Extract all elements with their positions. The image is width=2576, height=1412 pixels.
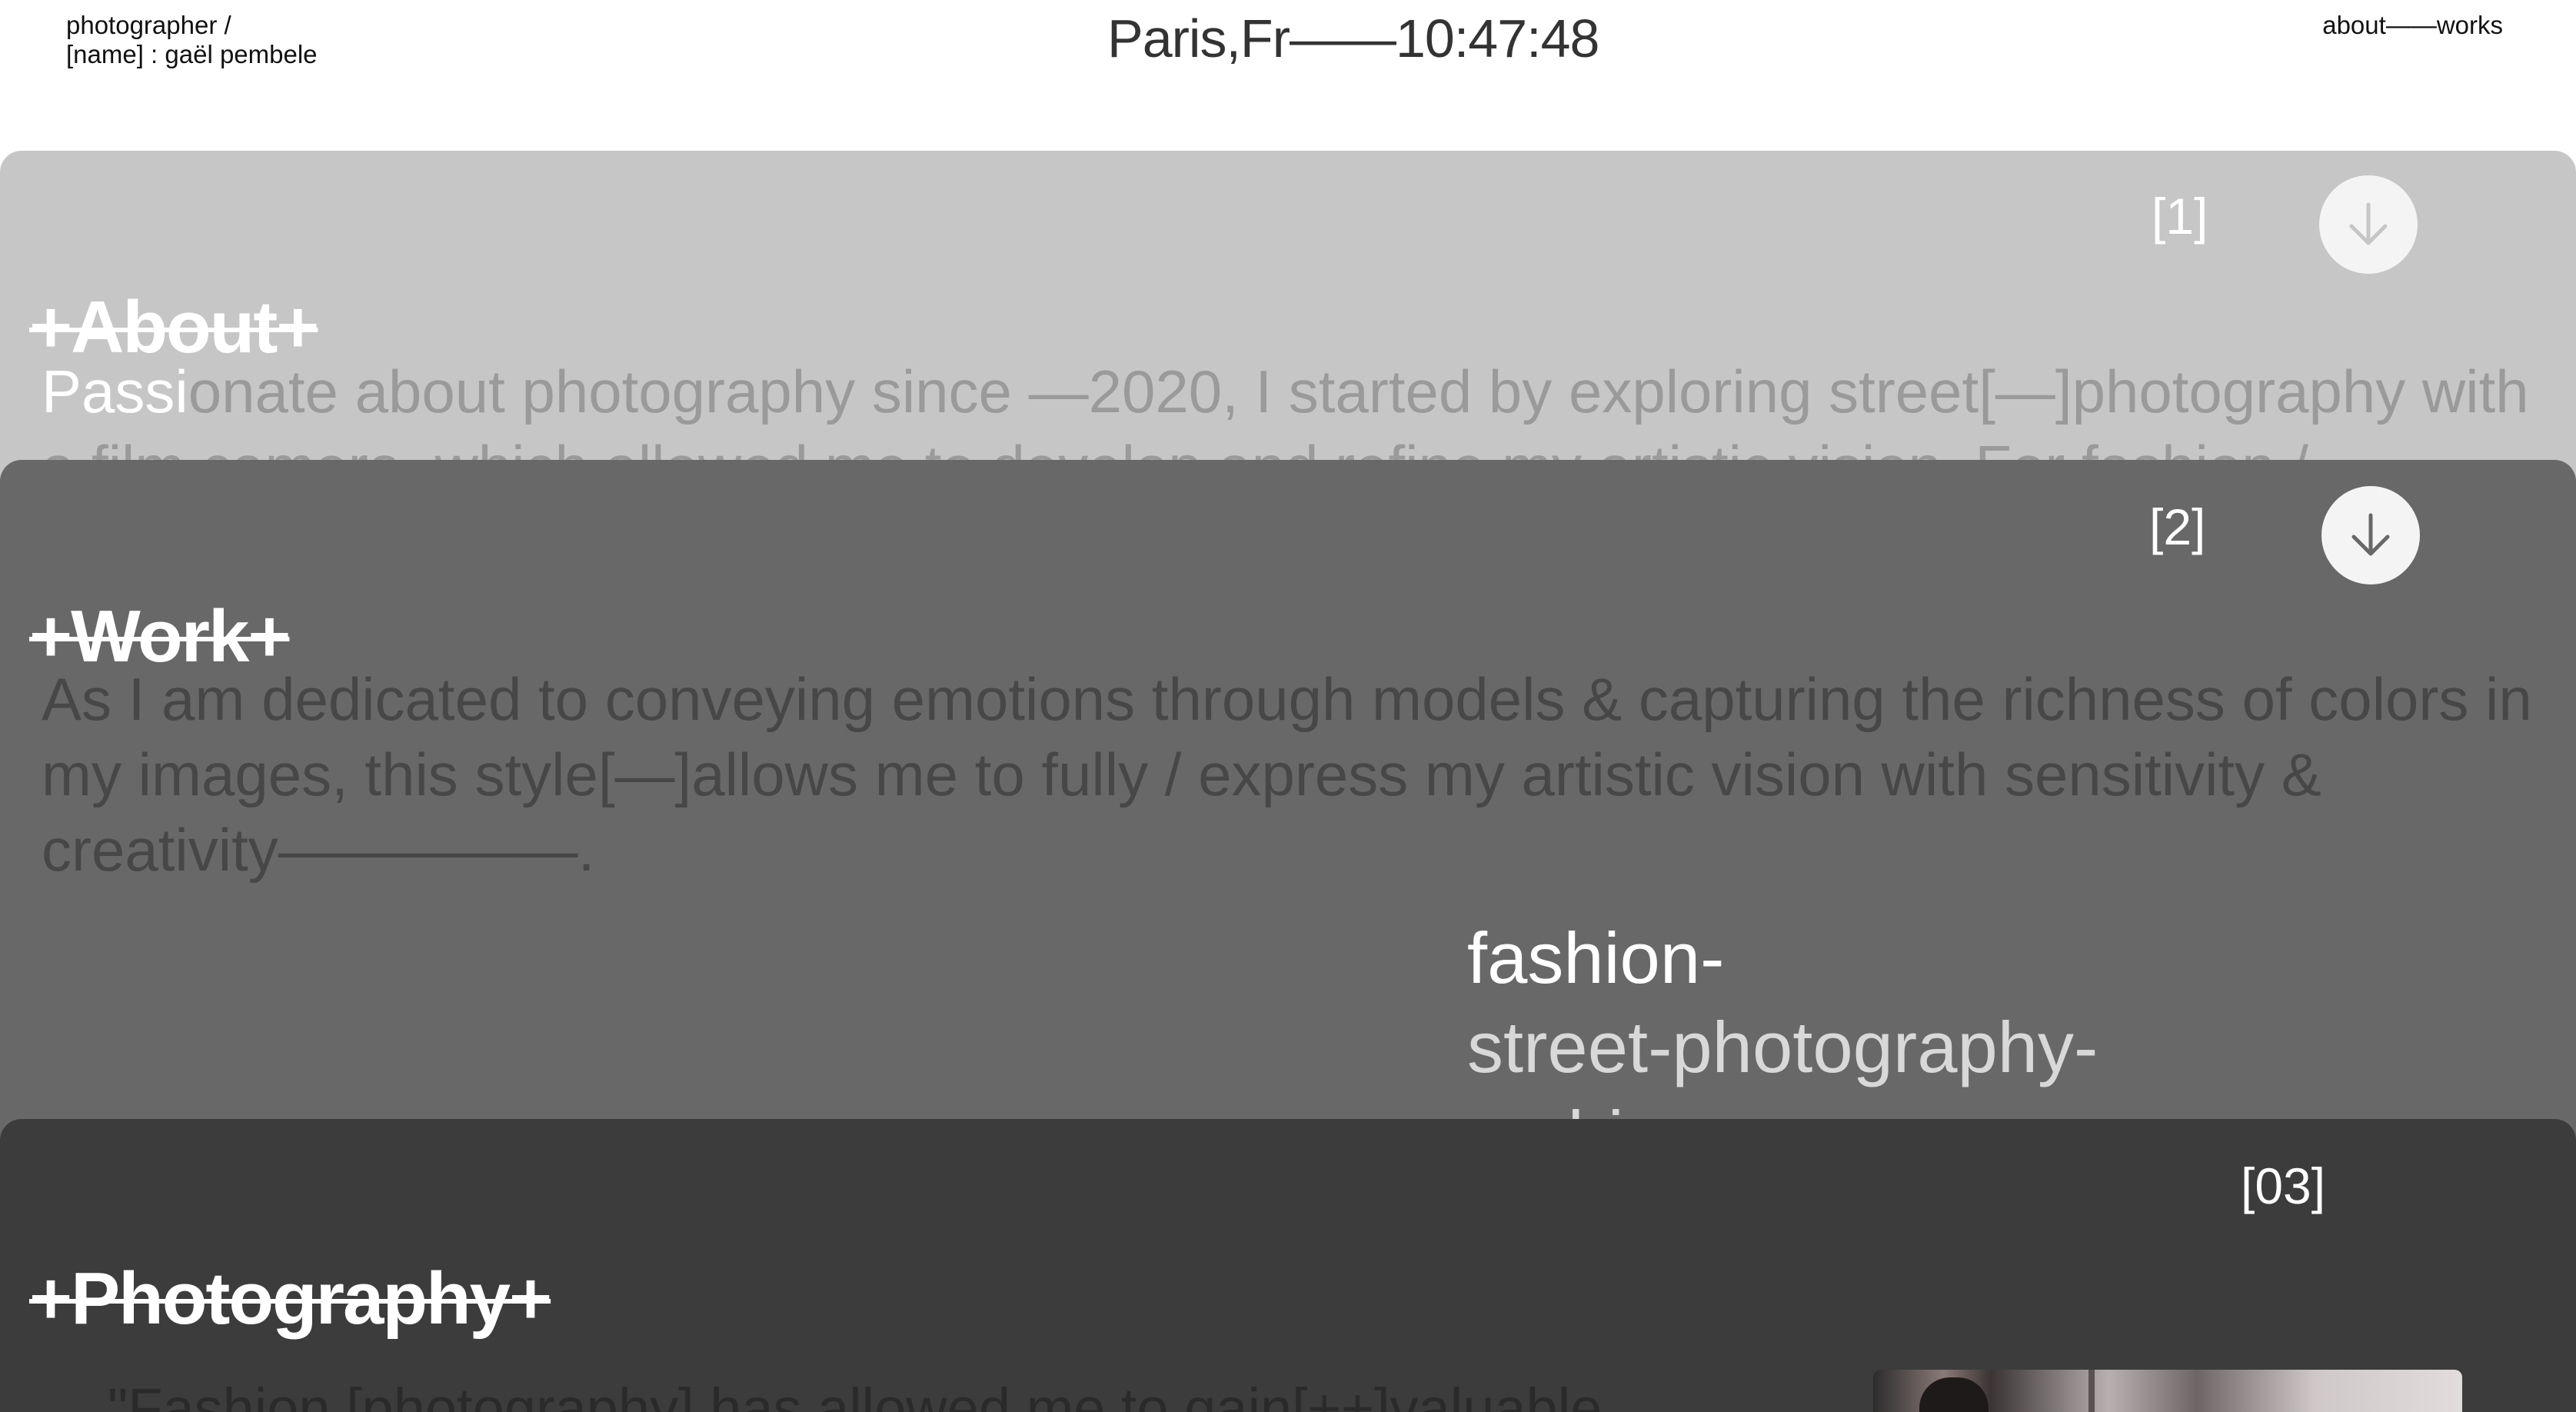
nav-works-link[interactable]: works xyxy=(2437,11,2503,39)
arrow-down-icon xyxy=(2349,202,2388,245)
work-text: As I am dedicated to conveying emotions … xyxy=(42,665,2532,884)
top-nav: about——works xyxy=(2322,11,2503,40)
location-clock: Paris,Fr——10:47:48 xyxy=(1107,8,1599,68)
about-expand-button[interactable] xyxy=(2319,175,2418,274)
work-index: [2] xyxy=(2149,498,2206,555)
photographer-name: [name] : gaël pembele xyxy=(66,40,318,68)
photography-panel: +Photography+ [03] "Fashion [photography… xyxy=(0,1119,2576,1412)
tag-street-photography[interactable]: street-photography- xyxy=(1467,1003,2098,1092)
photography-title: +Photography+ xyxy=(29,1257,552,1340)
site-header: photographer / [name] : gaël pembele Par… xyxy=(0,0,2576,151)
about-index: [1] xyxy=(2152,188,2208,245)
photo-figure xyxy=(1919,1377,1989,1412)
tag-fashion[interactable]: fashion- xyxy=(1467,914,2098,1003)
photo-stair-rail xyxy=(2088,1370,2095,1412)
nav-about-link[interactable]: about xyxy=(2322,11,2386,39)
about-text-lead: Passi xyxy=(42,358,188,425)
role-line: photographer / xyxy=(66,11,231,39)
arrow-down-icon xyxy=(2351,513,2390,556)
photography-index: [03] xyxy=(2241,1157,2326,1214)
fashion-photo[interactable] xyxy=(1873,1370,2462,1412)
work-expand-button[interactable] xyxy=(2321,486,2420,584)
nav-separator: —— xyxy=(2385,11,2437,39)
brand-block: photographer / [name] : gaël pembele xyxy=(66,11,318,69)
photography-quote: "Fashion [photography] has allowed me to… xyxy=(108,1377,1603,1412)
